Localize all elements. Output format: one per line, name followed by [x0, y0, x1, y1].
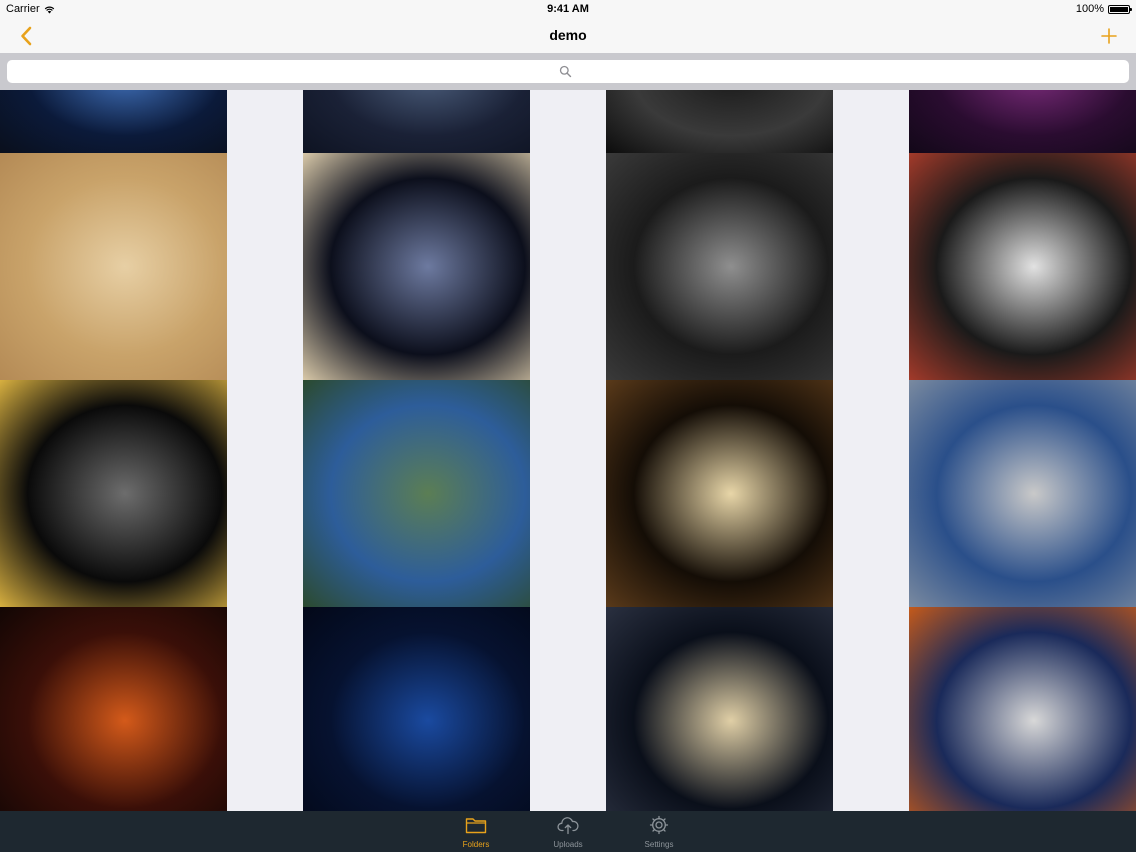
search-input[interactable] [7, 60, 1129, 83]
search-bar [0, 53, 1136, 90]
tab-settings[interactable]: Settings [624, 811, 694, 852]
gear-icon [649, 815, 669, 835]
photo-earth[interactable] [0, 90, 227, 153]
folder-icon [465, 818, 487, 834]
tab-settings-label: Settings [644, 840, 674, 849]
photo-martian-crater[interactable] [0, 153, 227, 380]
back-button[interactable] [12, 22, 40, 50]
photo-astronaut-on-moon[interactable] [606, 153, 833, 380]
tab-folders-label: Folders [462, 840, 490, 849]
cloud-upload-icon [557, 817, 579, 835]
status-bar: Carrier 9:41 AM 100% [0, 0, 1136, 18]
tab-bar: Folders Uploads Settings [0, 811, 1136, 852]
add-button[interactable] [1096, 23, 1122, 49]
chevron-left-icon [21, 26, 32, 46]
photo-space-horizon[interactable] [606, 90, 833, 153]
photo-purple-nebula[interactable] [909, 90, 1136, 153]
status-time: 9:41 AM [547, 3, 589, 15]
plus-icon [1101, 28, 1117, 44]
photo-astronaut-portrait[interactable] [909, 153, 1136, 380]
photo-saturn[interactable] [606, 607, 833, 811]
battery-icon [1108, 4, 1132, 14]
navigation-bar: demo [0, 18, 1136, 53]
page-title: demo [549, 27, 587, 43]
photo-soyuz-spacecraft[interactable] [909, 380, 1136, 607]
photo-galaxy-arm[interactable] [303, 90, 530, 153]
tab-uploads-label: Uploads [553, 840, 583, 849]
photo-shuttle-launch-lake[interactable] [303, 380, 530, 607]
tab-folders[interactable]: Folders [441, 811, 511, 852]
photo-spiral-galaxy[interactable] [303, 153, 530, 380]
photo-grid [0, 90, 1136, 811]
photo-meteor-impact[interactable] [0, 380, 227, 607]
status-right: 100% [1075, 3, 1132, 15]
photo-blue-nebula[interactable] [303, 607, 530, 811]
photo-night-shuttle-launch[interactable] [606, 380, 833, 607]
photo-fire-nebula[interactable] [0, 607, 227, 811]
battery-percent: 100% [1075, 3, 1104, 15]
photo-shuttle-rocket[interactable] [909, 607, 1136, 811]
tab-uploads[interactable]: Uploads [533, 811, 603, 852]
